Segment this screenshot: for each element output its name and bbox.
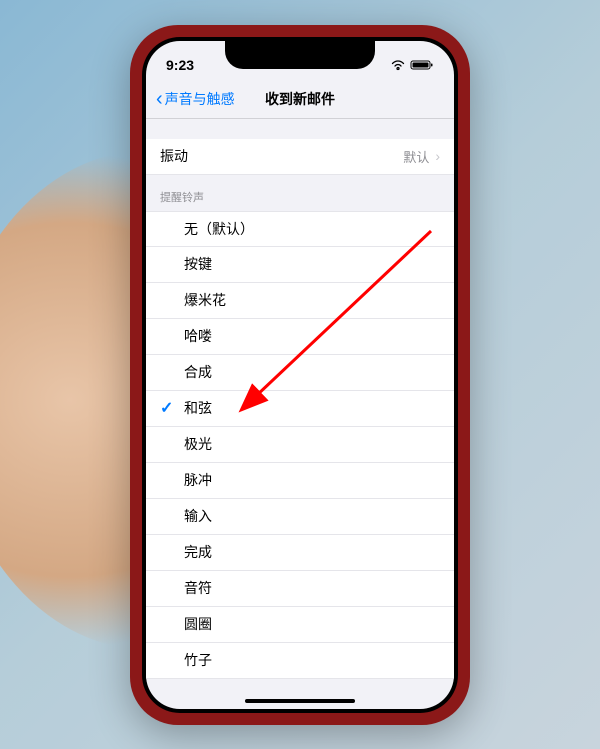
sound-option[interactable]: 输入 [146, 499, 454, 535]
page-title: 收到新邮件 [265, 89, 335, 109]
status-time: 9:23 [166, 57, 194, 73]
notch [225, 41, 375, 69]
sound-label: 圆圈 [184, 614, 212, 634]
sound-label: 音符 [184, 578, 212, 598]
sound-option[interactable]: ✓ 和弦 [146, 391, 454, 427]
sound-option[interactable]: 脉冲 [146, 463, 454, 499]
sound-label: 输入 [184, 506, 212, 526]
sound-label: 完成 [184, 542, 212, 562]
sound-label: 竹子 [184, 650, 212, 670]
sound-label: 按键 [184, 254, 212, 274]
chevron-left-icon: ‹ [156, 88, 163, 111]
vibration-row[interactable]: 振动 默认 › [146, 139, 454, 175]
vibration-label: 振动 [160, 146, 403, 166]
sound-option[interactable]: 竹子 [146, 643, 454, 679]
sound-option[interactable]: 极光 [146, 427, 454, 463]
sound-label: 脉冲 [184, 470, 212, 490]
sound-label: 无（默认） [184, 219, 254, 239]
sound-label: 合成 [184, 362, 212, 382]
sound-option[interactable]: 爆米花 [146, 283, 454, 319]
section-header-alert-tones: 提醒铃声 [146, 175, 454, 211]
vibration-value: 默认 [403, 147, 429, 166]
sound-label: 极光 [184, 434, 212, 454]
content-scroll[interactable]: 振动 默认 › 提醒铃声 无（默认） 按键爆米花哈喽合成 ✓ 和弦极光脉冲输入完成音符… [146, 119, 454, 679]
sound-label: 爆米花 [184, 290, 226, 310]
sound-label: 哈喽 [184, 326, 212, 346]
sound-option[interactable]: 无（默认） [146, 211, 454, 247]
back-label: 声音与触感 [165, 89, 235, 109]
chevron-right-icon: › [435, 148, 440, 164]
wifi-icon [390, 59, 406, 71]
home-indicator[interactable] [245, 699, 355, 703]
sound-list: 无（默认）按键爆米花哈喽合成✓和弦极光脉冲输入完成音符圆圈竹子经典 [146, 211, 454, 679]
sound-option[interactable]: 哈喽 [146, 319, 454, 355]
battery-icon [410, 59, 434, 71]
sound-option[interactable]: 圆圈 [146, 607, 454, 643]
phone-frame: 9:23 ‹ 声音与触感 收到新邮件 [130, 25, 470, 725]
sound-option[interactable]: 音符 [146, 571, 454, 607]
sound-option[interactable]: 完成 [146, 535, 454, 571]
checkmark-icon: ✓ [160, 398, 173, 418]
sound-option[interactable]: 按键 [146, 247, 454, 283]
phone-screen: 9:23 ‹ 声音与触感 收到新邮件 [146, 41, 454, 709]
sound-label: 和弦 [184, 398, 212, 418]
sound-option[interactable]: 合成 [146, 355, 454, 391]
nav-bar: ‹ 声音与触感 收到新邮件 [146, 81, 454, 119]
back-button[interactable]: ‹ 声音与触感 [156, 88, 235, 111]
